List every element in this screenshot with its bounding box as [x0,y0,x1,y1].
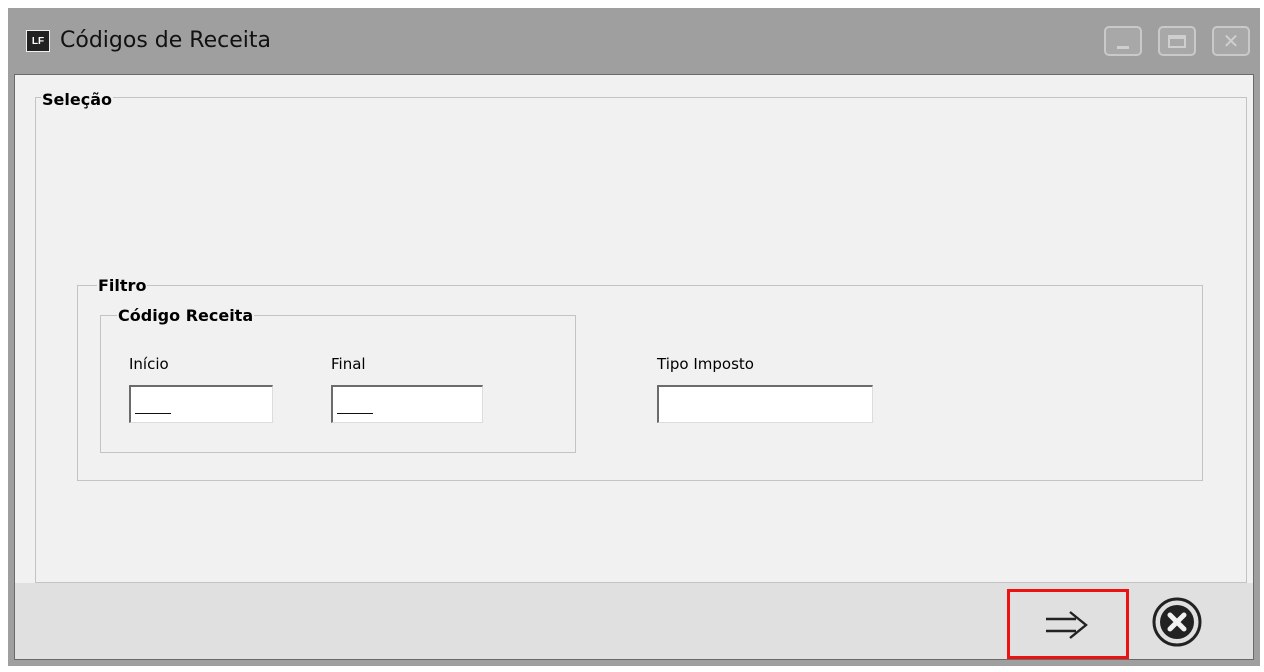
inicio-input-mask [135,413,171,414]
minimize-icon [1117,45,1129,49]
codigo-receita-group-label: Código Receita [117,306,255,325]
final-label: Final [331,355,366,373]
maximize-button[interactable] [1158,26,1196,56]
next-button[interactable] [1017,595,1117,655]
selecao-group-label: Seleção [41,90,113,109]
final-input[interactable] [331,385,483,423]
arrow-right-icon [1046,611,1088,639]
maximize-icon [1168,34,1186,48]
close-circle-icon [1152,597,1202,647]
tipo-imposto-label: Tipo Imposto [657,355,754,373]
dialog-body: Seleção Filtro Código Receita Início Fin… [14,74,1254,660]
codigo-receita-group [100,315,576,453]
cancel-button[interactable] [1149,593,1205,651]
inicio-label: Início [129,355,169,373]
minimize-button[interactable] [1104,26,1142,56]
tipo-imposto-input[interactable] [657,385,873,423]
title-bar[interactable]: LF Códigos de Receita ✕ [8,8,1260,74]
app-icon: LF [26,30,50,52]
window-title: Códigos de Receita [60,28,271,53]
window: LF Códigos de Receita ✕ Seleção Filtro C… [8,8,1260,666]
filtro-group-label: Filtro [97,276,148,295]
close-icon: ✕ [1222,29,1240,53]
final-input-mask [337,413,373,414]
close-button[interactable]: ✕ [1212,26,1250,56]
inicio-input[interactable] [129,385,273,423]
